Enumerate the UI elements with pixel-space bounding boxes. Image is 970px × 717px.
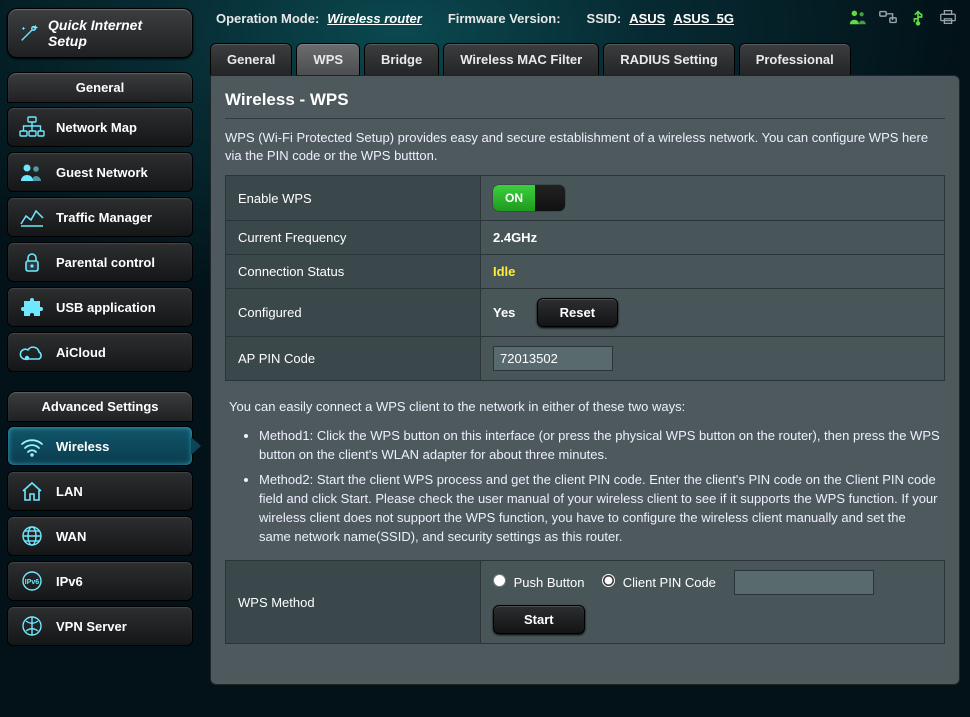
sidebar-item-label: Traffic Manager [56, 210, 152, 225]
sidebar-item-label: Network Map [56, 120, 137, 135]
op-mode-label: Operation Mode: [216, 11, 319, 26]
ap-pin-code-field[interactable] [493, 346, 613, 371]
sidebar-item-guest-network[interactable]: Guest Network [7, 152, 193, 192]
ipv6-icon: IPv6 [18, 569, 46, 593]
tab-wps[interactable]: WPS [296, 43, 360, 75]
ssid-label: SSID: [587, 11, 622, 26]
tab-bridge[interactable]: Bridge [364, 43, 439, 75]
tab-professional[interactable]: Professional [739, 43, 851, 75]
svg-text:IPv6: IPv6 [25, 579, 40, 586]
row-ap-pin-label: AP PIN Code [226, 337, 481, 381]
puzzle-icon [18, 295, 46, 319]
sidebar-item-usb-application[interactable]: USB application [7, 287, 193, 327]
globe-icon [18, 524, 46, 548]
sidebar-item-lan[interactable]: LAN [7, 471, 193, 511]
row-connection-status-label: Connection Status [226, 255, 481, 289]
sidebar-item-ipv6[interactable]: IPv6 IPv6 [7, 561, 193, 601]
quick-internet-setup-button[interactable]: Quick Internet Setup [7, 8, 193, 58]
start-button[interactable]: Start [493, 605, 585, 634]
cloud-icon [18, 340, 46, 364]
enable-wps-toggle[interactable]: ON [493, 185, 565, 211]
qis-label: Quick Internet Setup [48, 17, 182, 49]
lock-icon [18, 250, 46, 274]
sidebar-item-label: WAN [56, 529, 86, 544]
radio-push-button-label[interactable]: Push Button [493, 575, 588, 590]
usb-status-icon[interactable] [908, 8, 928, 29]
row-wps-method-label: WPS Method [226, 561, 481, 644]
sidebar-item-label: Parental control [56, 255, 155, 270]
fw-version-label: Firmware Version: [448, 11, 561, 26]
row-enable-wps-label: Enable WPS [226, 176, 481, 221]
sidebar-item-wan[interactable]: WAN [7, 516, 193, 556]
help-method1: Method1: Click the WPS button on this in… [259, 426, 941, 464]
page-title: Wireless - WPS [225, 90, 945, 110]
help-intro: You can easily connect a WPS client to t… [229, 399, 685, 414]
network-map-icon [18, 115, 46, 139]
sidebar-item-label: Wireless [56, 439, 109, 454]
radio-client-pin[interactable] [602, 574, 615, 587]
configured-value: Yes [493, 305, 533, 320]
sidebar-item-label: AiCloud [56, 345, 106, 360]
reset-button[interactable]: Reset [537, 298, 618, 327]
radio-client-pin-label[interactable]: Client PIN Code [602, 575, 719, 590]
sidebar-item-label: LAN [56, 484, 83, 499]
page-intro: WPS (Wi-Fi Protected Setup) provides eas… [225, 129, 945, 165]
sidebar-item-network-map[interactable]: Network Map [7, 107, 193, 147]
sidebar-item-parental-control[interactable]: Parental control [7, 242, 193, 282]
network-status-icon[interactable] [878, 8, 898, 29]
row-configured-label: Configured [226, 289, 481, 337]
op-mode-value[interactable]: Wireless router [327, 11, 422, 26]
sidebar-item-aicloud[interactable]: AiCloud [7, 332, 193, 372]
house-icon [18, 479, 46, 503]
printer-status-icon[interactable] [938, 8, 958, 29]
help-method2: Method2: Start the client WPS process an… [259, 470, 941, 546]
top-status-bar: Operation Mode: Wireless router Firmware… [210, 6, 960, 43]
client-pin-input[interactable] [734, 570, 874, 595]
clients-icon[interactable] [848, 8, 868, 29]
sidebar-item-label: USB application [56, 300, 156, 315]
sidebar-section-general: General [7, 72, 193, 103]
wand-icon [18, 22, 40, 44]
tab-radius-setting[interactable]: RADIUS Setting [603, 43, 735, 75]
sidebar-item-label: IPv6 [56, 574, 83, 589]
ssid-2[interactable]: ASUS_5G [673, 11, 734, 26]
traffic-manager-icon [18, 205, 46, 229]
tab-general[interactable]: General [210, 43, 292, 75]
connection-status-value: Idle [493, 264, 515, 279]
tab-wireless-mac-filter[interactable]: Wireless MAC Filter [443, 43, 599, 75]
sidebar-section-advanced: Advanced Settings [7, 391, 193, 422]
guest-network-icon [18, 160, 46, 184]
radio-push-button[interactable] [493, 574, 506, 587]
frequency-value: 2.4GHz [493, 230, 537, 245]
sidebar-item-label: VPN Server [56, 619, 127, 634]
sidebar-item-label: Guest Network [56, 165, 148, 180]
toggle-on-label: ON [493, 185, 535, 211]
wifi-icon [18, 434, 46, 458]
sidebar-item-traffic-manager[interactable]: Traffic Manager [7, 197, 193, 237]
vpn-icon [18, 614, 46, 638]
sidebar-item-vpn-server[interactable]: VPN Server [7, 606, 193, 646]
row-frequency-label: Current Frequency [226, 221, 481, 255]
sidebar-item-wireless[interactable]: Wireless [7, 426, 193, 466]
ssid-1[interactable]: ASUS [629, 11, 665, 26]
